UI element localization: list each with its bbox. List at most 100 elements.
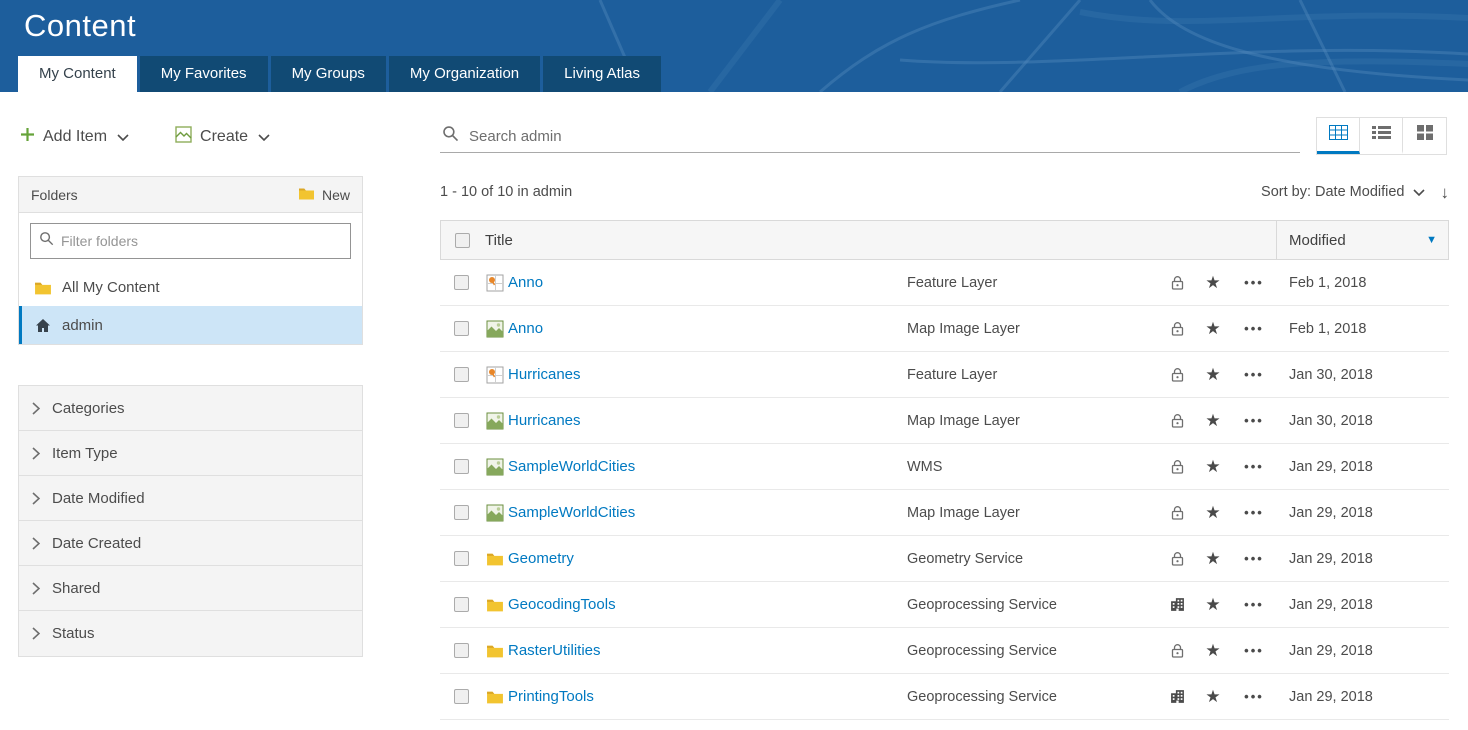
item-title-link[interactable]: Geometry xyxy=(508,550,574,567)
modified-date: Jan 29, 2018 xyxy=(1277,459,1449,475)
row-checkbox[interactable] xyxy=(454,321,469,336)
row-checkbox[interactable] xyxy=(454,275,469,290)
lock-icon xyxy=(1159,551,1195,567)
filter-section-date-modified[interactable]: Date Modified xyxy=(19,476,362,521)
item-type-label: Geoprocessing Service xyxy=(907,597,1159,613)
more-options-button[interactable]: ••• xyxy=(1231,321,1277,336)
row-checkbox-cell xyxy=(440,643,482,658)
header-banner: Content My ContentMy FavoritesMy GroupsM… xyxy=(0,0,1468,92)
item-title-link[interactable]: SampleWorldCities xyxy=(508,504,635,521)
tab-living-atlas[interactable]: Living Atlas xyxy=(543,56,661,92)
add-item-button[interactable]: Add Item xyxy=(20,127,129,147)
map-image-layer-icon xyxy=(482,458,508,476)
favorite-star-button[interactable]: ★ xyxy=(1195,550,1231,567)
sort-area: Sort by: Date Modified ↓ xyxy=(1261,184,1449,201)
favorite-star-button[interactable]: ★ xyxy=(1195,320,1231,337)
folder-filter-wrap xyxy=(19,213,362,268)
modified-date: Jan 29, 2018 xyxy=(1277,505,1449,521)
view-toggle xyxy=(1316,117,1447,155)
more-options-button[interactable]: ••• xyxy=(1231,459,1277,474)
search-icon xyxy=(442,125,459,147)
more-options-button[interactable]: ••• xyxy=(1231,551,1277,566)
grid-view-button[interactable] xyxy=(1403,118,1446,154)
row-checkbox[interactable] xyxy=(454,413,469,428)
folder-icon xyxy=(482,643,508,658)
row-checkbox[interactable] xyxy=(454,367,469,382)
main-panel: 1 - 10 of 10 in admin Sort by: Date Modi… xyxy=(440,120,1449,720)
column-header-modified[interactable]: Modified ▼ xyxy=(1276,221,1448,259)
item-title-link[interactable]: Hurricanes xyxy=(508,412,581,429)
filter-folders-input[interactable] xyxy=(61,233,342,249)
row-checkbox[interactable] xyxy=(454,551,469,566)
row-checkbox[interactable] xyxy=(454,459,469,474)
row-checkbox[interactable] xyxy=(454,643,469,658)
more-options-button[interactable]: ••• xyxy=(1231,597,1277,612)
filter-section-categories[interactable]: Categories xyxy=(19,386,362,431)
item-title-link[interactable]: Hurricanes xyxy=(508,366,581,383)
favorite-star-button[interactable]: ★ xyxy=(1195,366,1231,383)
new-folder-button[interactable]: New xyxy=(298,186,350,203)
more-options-button[interactable]: ••• xyxy=(1231,505,1277,520)
tab-my-groups[interactable]: My Groups xyxy=(271,56,386,92)
row-checkbox[interactable] xyxy=(454,689,469,704)
folder-icon xyxy=(298,186,315,203)
favorite-star-button[interactable]: ★ xyxy=(1195,596,1231,613)
favorite-star-button[interactable]: ★ xyxy=(1195,274,1231,291)
more-options-button[interactable]: ••• xyxy=(1231,275,1277,290)
favorite-star-button[interactable]: ★ xyxy=(1195,504,1231,521)
row-checkbox-cell xyxy=(440,505,482,520)
sidebar: Add Item Create Folders xyxy=(18,120,363,657)
sidebar-actions: Add Item Create xyxy=(20,120,363,154)
modified-date: Jan 29, 2018 xyxy=(1277,689,1449,705)
filter-section-status[interactable]: Status xyxy=(19,611,362,656)
column-header-title[interactable]: Title xyxy=(483,232,1276,249)
filter-section-date-created[interactable]: Date Created xyxy=(19,521,362,566)
row-checkbox[interactable] xyxy=(454,505,469,520)
favorite-star-button[interactable]: ★ xyxy=(1195,458,1231,475)
more-options-button[interactable]: ••• xyxy=(1231,689,1277,704)
list-view-icon xyxy=(1372,125,1391,145)
item-title-link[interactable]: Anno xyxy=(508,274,543,291)
more-options-button[interactable]: ••• xyxy=(1231,413,1277,428)
item-title-link[interactable]: RasterUtilities xyxy=(508,642,601,659)
favorite-star-button[interactable]: ★ xyxy=(1195,642,1231,659)
item-title-link[interactable]: PrintingTools xyxy=(508,688,594,705)
create-button[interactable]: Create xyxy=(175,126,270,148)
count-row: 1 - 10 of 10 in admin Sort by: Date Modi… xyxy=(440,180,1449,204)
chevron-down-icon xyxy=(258,134,270,141)
modified-label: Modified xyxy=(1289,232,1346,249)
list-view-button[interactable] xyxy=(1360,118,1403,154)
tab-my-content[interactable]: My Content xyxy=(18,56,137,92)
select-all-checkbox[interactable] xyxy=(455,233,470,248)
filter-section-item-type[interactable]: Item Type xyxy=(19,431,362,476)
search-input[interactable] xyxy=(469,128,1298,145)
tab-my-organization[interactable]: My Organization xyxy=(389,56,540,92)
table-row: GeocodingTools Geoprocessing Service ★ •… xyxy=(440,582,1449,628)
filter-section-shared[interactable]: Shared xyxy=(19,566,362,611)
more-options-button[interactable]: ••• xyxy=(1231,643,1277,658)
item-title-link[interactable]: Anno xyxy=(508,320,543,337)
filter-section-label: Date Created xyxy=(52,535,141,552)
folder-item-all-my-content[interactable]: All My Content xyxy=(19,268,362,306)
table-row: Hurricanes Map Image Layer ★ ••• Jan 30,… xyxy=(440,398,1449,444)
add-item-label: Add Item xyxy=(43,128,107,146)
chevron-right-icon xyxy=(32,447,40,460)
folders-panel: Folders New xyxy=(18,176,363,345)
chevron-right-icon xyxy=(32,537,40,550)
content-page: Content My ContentMy FavoritesMy GroupsM… xyxy=(0,0,1468,730)
folder-item-admin[interactable]: admin xyxy=(19,306,362,344)
create-label: Create xyxy=(200,128,248,146)
modified-date: Jan 30, 2018 xyxy=(1277,367,1449,383)
more-options-button[interactable]: ••• xyxy=(1231,367,1277,382)
item-title-link[interactable]: SampleWorldCities xyxy=(508,458,635,475)
table-view-button[interactable] xyxy=(1317,118,1360,154)
item-title-link[interactable]: GeocodingTools xyxy=(508,596,616,613)
row-checkbox-cell xyxy=(440,413,482,428)
favorite-star-button[interactable]: ★ xyxy=(1195,412,1231,429)
tab-my-favorites[interactable]: My Favorites xyxy=(140,56,268,92)
item-title-cell: PrintingTools xyxy=(508,688,907,706)
sort-direction-button[interactable]: ↓ xyxy=(1441,184,1450,201)
favorite-star-button[interactable]: ★ xyxy=(1195,688,1231,705)
row-checkbox[interactable] xyxy=(454,597,469,612)
sort-by-button[interactable]: Sort by: Date Modified xyxy=(1261,184,1424,200)
